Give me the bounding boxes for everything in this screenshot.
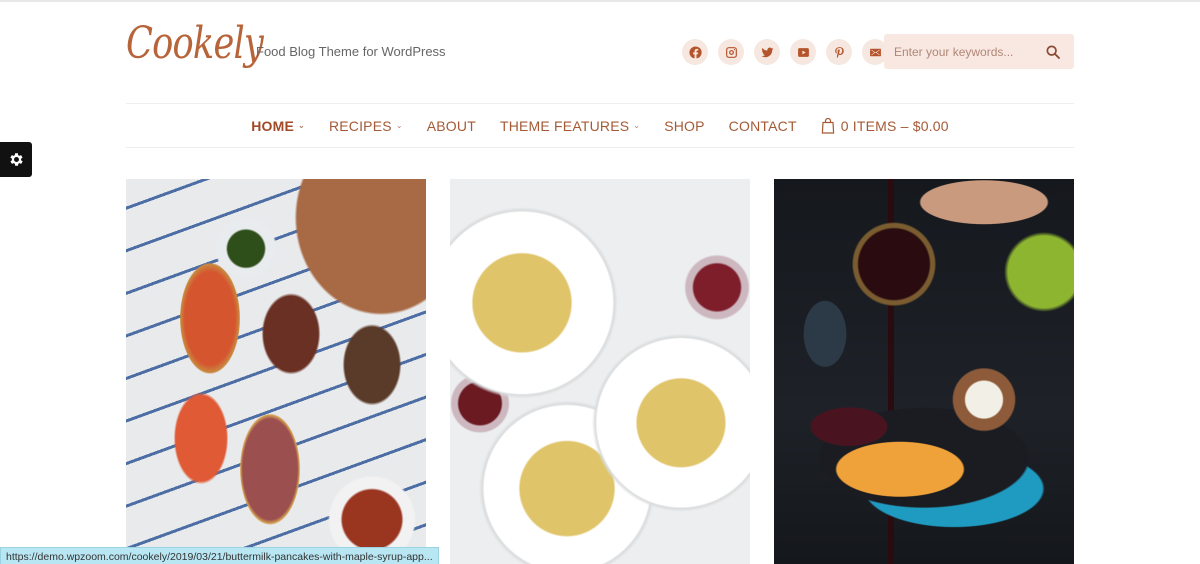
gear-icon: [9, 153, 23, 166]
nav-item-label: ABOUT: [426, 117, 476, 134]
pinterest-icon: [834, 46, 844, 58]
search-icon[interactable]: [1045, 44, 1061, 60]
shopping-bag-icon: [821, 117, 834, 134]
site-logo[interactable]: Cookely: [126, 18, 264, 69]
nav-item-label: CONTACT: [728, 117, 797, 134]
social-youtube-button[interactable]: [790, 39, 816, 65]
search-box: [884, 34, 1074, 69]
recipe-grid: [126, 179, 1074, 564]
recipe-card-image[interactable]: [126, 179, 426, 564]
twitter-icon: [761, 47, 773, 57]
browser-status-bar: https://demo.wpzoom.com/cookely/2019/03/…: [0, 547, 439, 564]
nav-cart[interactable]: 0 ITEMS – $0.00: [809, 117, 961, 134]
nav-item-label: HOME: [251, 117, 295, 134]
recipe-card-image[interactable]: [450, 179, 750, 564]
nav-item-about[interactable]: ABOUT: [415, 118, 488, 134]
social-pinterest-button[interactable]: [826, 39, 852, 65]
instagram-icon: [725, 46, 737, 58]
social-twitter-button[interactable]: [754, 39, 780, 65]
nav-item-shop[interactable]: SHOP: [652, 118, 716, 134]
chevron-down-icon: ⌄: [633, 121, 641, 130]
nav-item-home[interactable]: HOME ⌄: [239, 118, 317, 134]
settings-toggle-button[interactable]: [0, 142, 32, 177]
nav-item-theme-features[interactable]: THEME FEATURES ⌄: [488, 118, 652, 134]
cart-summary: 0 ITEMS – $0.00: [840, 117, 949, 134]
facebook-icon: [688, 46, 702, 58]
nav-item-contact[interactable]: CONTACT: [717, 118, 809, 134]
nav-item-label: RECIPES: [328, 117, 392, 134]
recipe-card-image[interactable]: [774, 179, 1074, 564]
nav-item-label: SHOP: [664, 117, 705, 134]
email-icon: [869, 48, 881, 56]
youtube-icon: [797, 47, 809, 57]
chevron-down-icon: ⌄: [395, 121, 403, 130]
social-links: [682, 39, 888, 65]
site-header: Cookely Food Blog Theme for WordPress: [126, 2, 1074, 104]
nav-item-recipes[interactable]: RECIPES ⌄: [317, 118, 415, 134]
social-facebook-button[interactable]: [682, 39, 708, 65]
social-instagram-button[interactable]: [718, 39, 744, 65]
chevron-down-icon: ⌄: [298, 121, 305, 130]
search-input[interactable]: [884, 44, 1039, 59]
site-tagline: Food Blog Theme for WordPress: [256, 44, 446, 59]
main-navigation: HOME ⌄ RECIPES ⌄ ABOUT THEME FEATURES ⌄ …: [126, 103, 1074, 148]
nav-item-label: THEME FEATURES: [499, 117, 630, 134]
